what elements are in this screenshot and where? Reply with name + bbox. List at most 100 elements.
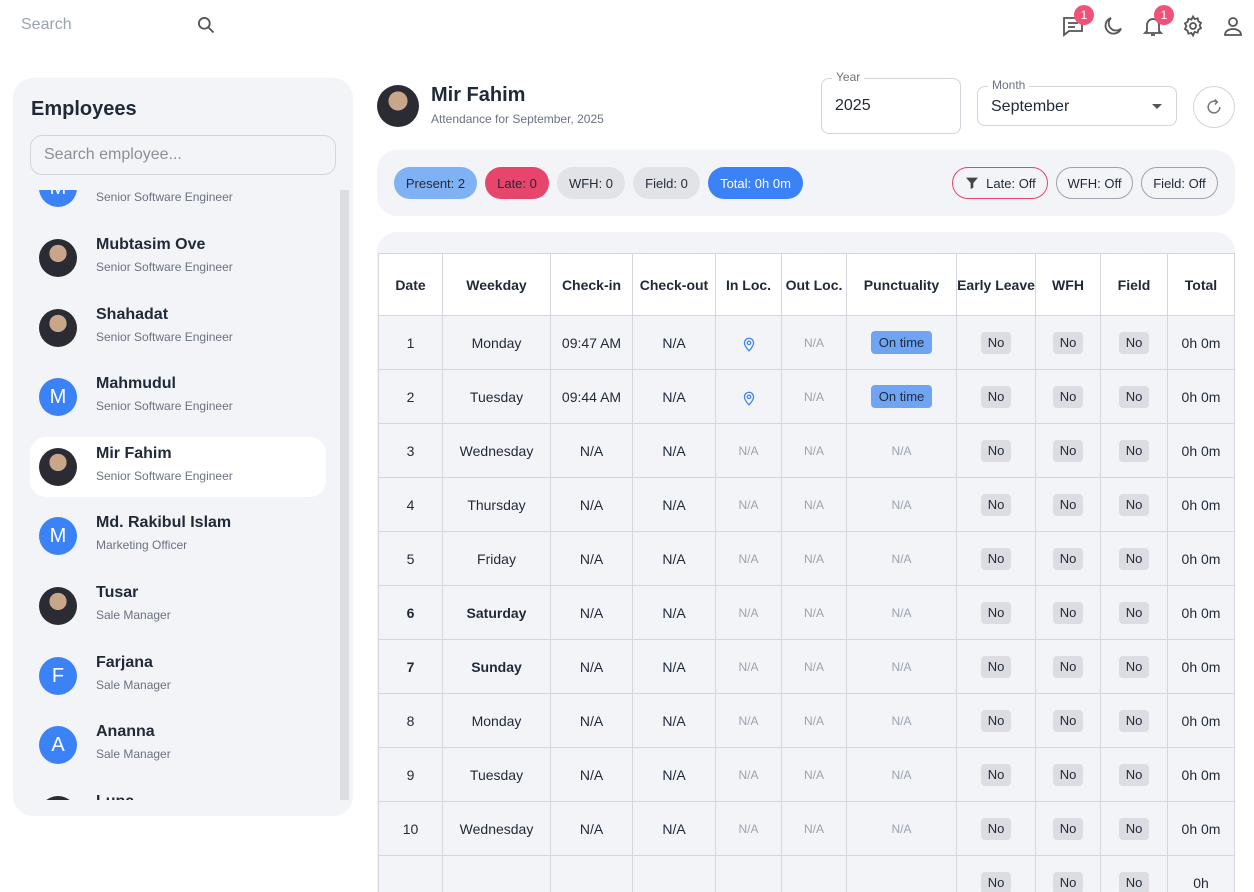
check-out-cell: N/A — [633, 802, 716, 856]
refresh-button[interactable] — [1193, 86, 1235, 128]
employee-list-item[interactable]: MMd. Rakibul IslamMarketing Officer — [30, 506, 326, 566]
check-out-cell — [633, 856, 716, 892]
late-filter-toggle[interactable]: Late: Off — [952, 167, 1048, 199]
check-out-cell: N/A — [633, 370, 716, 424]
total-cell: 0h 0m — [1168, 478, 1235, 532]
weekday-cell: Sunday — [443, 640, 551, 694]
location-pin-icon[interactable] — [742, 336, 756, 352]
no-badge: No — [1119, 386, 1150, 408]
attendance-subtitle: Attendance for September, 2025 — [431, 112, 604, 126]
out-location-cell: N/A — [782, 640, 847, 694]
no-badge: No — [1119, 548, 1150, 570]
late-filter-label: Late: Off — [986, 176, 1036, 191]
check-out-cell: N/A — [633, 586, 716, 640]
wfh-filter-toggle[interactable]: WFH: Off — [1056, 167, 1133, 199]
check-in-cell: 09:47 AM — [551, 316, 633, 370]
dark-mode-icon[interactable] — [1101, 14, 1125, 38]
out-location-cell: N/A — [782, 316, 847, 370]
field-cell: No — [1101, 316, 1168, 370]
field-chip[interactable]: Field: 0 — [633, 167, 700, 199]
field-cell: No — [1101, 424, 1168, 478]
table-row: 10WednesdayN/AN/AN/AN/AN/ANoNoNo0h 0m — [379, 802, 1235, 856]
total-cell: 0h — [1168, 856, 1235, 892]
no-badge: No — [981, 548, 1012, 570]
employee-list-item[interactable]: Mir FahimSenior Software Engineer — [30, 437, 326, 497]
date-cell: 8 — [379, 694, 443, 748]
table-row: NoNoNo0h — [379, 856, 1235, 892]
early-leave-cell: No — [957, 532, 1036, 586]
employee-list-item[interactable]: FFarjanaSale Manager — [30, 646, 326, 706]
table-row: 6SaturdayN/AN/AN/AN/AN/ANoNoNo0h 0m — [379, 586, 1235, 640]
wfh-cell: No — [1036, 424, 1101, 478]
settings-icon[interactable] — [1181, 14, 1205, 38]
early-leave-cell: No — [957, 586, 1036, 640]
employee-list-item[interactable]: MSenior Software Engineer — [30, 190, 326, 218]
employee-list-item[interactable]: Mubtasim OveSenior Software Engineer — [30, 228, 326, 288]
employee-list-item[interactable]: AAnannaSale Manager — [30, 715, 326, 775]
user-profile-icon[interactable] — [1221, 14, 1245, 38]
month-label: Month — [988, 78, 1029, 92]
employee-name: Shahadat — [96, 306, 168, 324]
early-leave-cell: No — [957, 694, 1036, 748]
wfh-cell: No — [1036, 856, 1101, 892]
employee-avatar — [39, 239, 77, 277]
out-location-cell: N/A — [782, 802, 847, 856]
no-badge: No — [1119, 656, 1150, 678]
punctuality-cell: N/A — [847, 802, 957, 856]
employee-name: Farjana — [96, 654, 153, 672]
employee-list-scrollbar[interactable] — [340, 190, 349, 800]
wfh-chip[interactable]: WFH: 0 — [557, 167, 625, 199]
total-chip[interactable]: Total: 0h 0m — [708, 167, 803, 199]
employee-role: Senior Software Engineer — [96, 399, 233, 413]
in-location-cell: N/A — [716, 802, 782, 856]
in-location-cell — [716, 856, 782, 892]
date-cell: 4 — [379, 478, 443, 532]
wfh-cell: No — [1036, 478, 1101, 532]
field-cell: No — [1101, 370, 1168, 424]
early-leave-cell: No — [957, 640, 1036, 694]
check-in-cell: N/A — [551, 802, 633, 856]
employee-avatar — [39, 309, 77, 347]
employee-role: Sale Manager — [96, 747, 171, 761]
employee-list-item[interactable]: ShahadatSenior Software Engineer — [30, 298, 326, 358]
check-in-cell: N/A — [551, 694, 633, 748]
weekday-cell: Monday — [443, 316, 551, 370]
table-body: 1Monday09:47 AMN/AN/AOn timeNoNoNo0h 0m2… — [379, 316, 1235, 892]
no-badge: No — [981, 872, 1012, 892]
employee-list-item[interactable]: Lupa — [30, 785, 326, 800]
year-field[interactable]: Year 2025 — [821, 78, 961, 134]
no-badge: No — [1053, 764, 1084, 786]
no-badge: No — [1119, 602, 1150, 624]
employee-search-input[interactable] — [30, 135, 336, 175]
search-icon[interactable] — [196, 15, 216, 35]
employee-list-item[interactable]: MMahmudulSenior Software Engineer — [30, 367, 326, 427]
check-in-cell: 09:44 AM — [551, 370, 633, 424]
punctuality-cell: N/A — [847, 478, 957, 532]
punctuality-cell: N/A — [847, 532, 957, 586]
in-location-cell — [716, 370, 782, 424]
month-select[interactable]: Month September — [977, 86, 1177, 126]
employee-role: Marketing Officer — [96, 538, 187, 552]
date-cell: 3 — [379, 424, 443, 478]
employee-list-item[interactable]: TusarSale Manager — [30, 576, 326, 636]
wfh-cell: No — [1036, 694, 1101, 748]
search-input[interactable] — [21, 10, 191, 40]
column-header: Weekday — [443, 254, 551, 316]
wfh-cell: No — [1036, 532, 1101, 586]
notifications-badge: 1 — [1154, 5, 1174, 25]
field-filter-toggle[interactable]: Field: Off — [1141, 167, 1218, 199]
location-pin-icon[interactable] — [742, 390, 756, 406]
out-location-cell — [782, 856, 847, 892]
late-chip[interactable]: Late: 0 — [485, 167, 549, 199]
check-in-cell: N/A — [551, 748, 633, 802]
table-row: 4ThursdayN/AN/AN/AN/AN/ANoNoNo0h 0m — [379, 478, 1235, 532]
present-chip[interactable]: Present: 2 — [394, 167, 477, 199]
total-cell: 0h 0m — [1168, 640, 1235, 694]
summary-bar: Present: 2 Late: 0 WFH: 0 Field: 0 Total… — [377, 150, 1235, 216]
no-badge: No — [1053, 710, 1084, 732]
early-leave-cell: No — [957, 424, 1036, 478]
employee-list: MSenior Software Engineer Mubtasim OveSen… — [30, 190, 326, 800]
no-badge: No — [1053, 332, 1084, 354]
check-out-cell: N/A — [633, 694, 716, 748]
weekday-cell — [443, 856, 551, 892]
